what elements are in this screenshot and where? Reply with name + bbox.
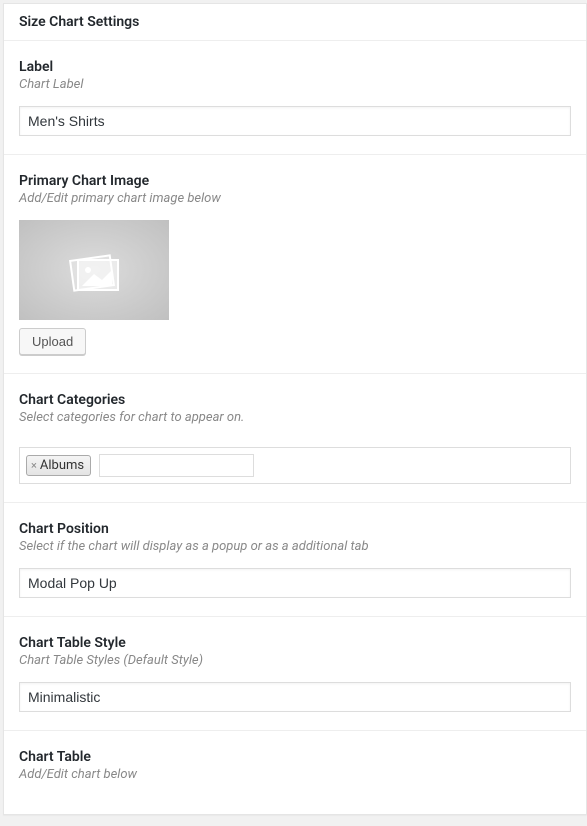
position-desc: Select if the chart will display as a po… xyxy=(19,539,571,554)
chart-table-section: Chart Table Add/Edit chart below xyxy=(4,731,586,814)
position-select[interactable] xyxy=(19,568,571,598)
categories-section: Chart Categories Select categories for c… xyxy=(4,374,586,503)
primary-image-section: Primary Chart Image Add/Edit primary cha… xyxy=(4,155,586,374)
label-input[interactable] xyxy=(19,106,571,136)
category-tag[interactable]: × Albums xyxy=(26,455,91,476)
placeholder-image-icon xyxy=(66,248,122,292)
remove-tag-icon[interactable]: × xyxy=(31,459,37,472)
primary-image-title: Primary Chart Image xyxy=(19,173,571,189)
table-style-select[interactable] xyxy=(19,682,571,712)
panel-header: Size Chart Settings xyxy=(4,4,586,41)
label-desc: Chart Label xyxy=(19,77,571,92)
image-placeholder[interactable] xyxy=(19,220,169,320)
tag-label: Albums xyxy=(40,458,84,473)
categories-desc: Select categories for chart to appear on… xyxy=(19,410,571,425)
position-title: Chart Position xyxy=(19,521,571,537)
category-tag-input[interactable] xyxy=(99,454,254,477)
chart-table-desc: Add/Edit chart below xyxy=(19,767,571,782)
label-section: Label Chart Label xyxy=(4,41,586,155)
table-style-title: Chart Table Style xyxy=(19,635,571,651)
categories-tag-list[interactable]: × Albums xyxy=(19,447,571,484)
table-style-section: Chart Table Style Chart Table Styles (De… xyxy=(4,617,586,731)
categories-title: Chart Categories xyxy=(19,392,571,408)
panel-title: Size Chart Settings xyxy=(19,14,571,30)
table-style-desc: Chart Table Styles (Default Style) xyxy=(19,653,571,668)
position-section: Chart Position Select if the chart will … xyxy=(4,503,586,617)
chart-table-title: Chart Table xyxy=(19,749,571,765)
upload-button[interactable]: Upload xyxy=(19,328,86,355)
label-title: Label xyxy=(19,59,571,75)
size-chart-settings-panel: Size Chart Settings Label Chart Label Pr… xyxy=(3,3,587,815)
primary-image-desc: Add/Edit primary chart image below xyxy=(19,191,571,206)
